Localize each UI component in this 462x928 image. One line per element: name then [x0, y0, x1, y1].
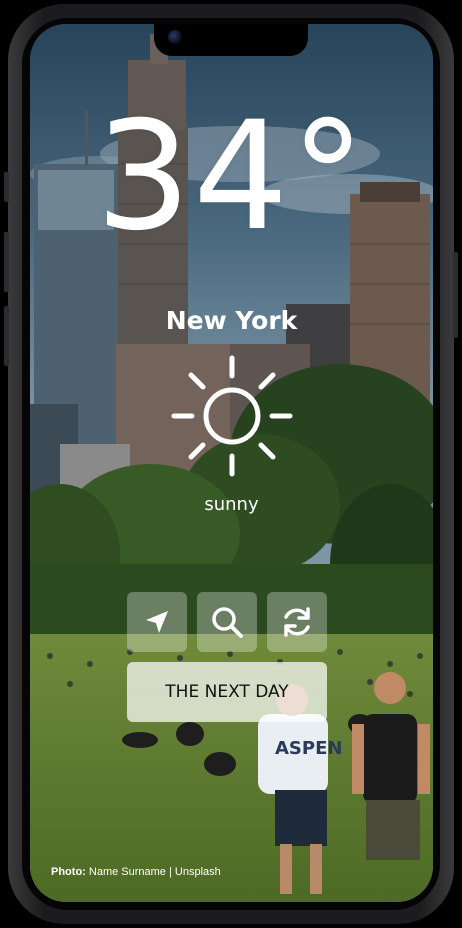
search-icon	[212, 607, 243, 638]
temperature-display: 34°	[30, 102, 433, 252]
next-day-label: THE NEXT DAY	[165, 682, 289, 702]
front-camera	[168, 30, 182, 44]
temperature-value: 34	[95, 90, 291, 264]
volume-down-button	[4, 306, 9, 366]
city-name: New York	[165, 306, 298, 335]
phone-screen: ASPEN 34° New York sunny THE NEXT DAY Ph…	[30, 24, 433, 902]
photo-credit-text: Name Surname | Unsplash	[88, 866, 221, 878]
next-day-button[interactable]: THE NEXT DAY	[127, 662, 327, 722]
sun-icon	[171, 355, 293, 477]
notch	[154, 24, 308, 56]
speaker-grille	[198, 24, 264, 28]
location-button[interactable]	[127, 592, 187, 652]
refresh-icon	[284, 607, 310, 637]
degree-symbol: °	[290, 90, 368, 264]
weather-condition: sunny	[204, 494, 259, 515]
svg-text:ASPEN: ASPEN	[275, 738, 342, 759]
navigation-arrow-icon	[146, 611, 168, 633]
search-button[interactable]	[197, 592, 257, 652]
side-button	[4, 172, 9, 202]
volume-up-button	[4, 232, 9, 292]
photo-credit-label: Photo:	[51, 866, 86, 878]
photo-credit: Photo: Name Surname | Unsplash	[51, 866, 221, 878]
power-button	[453, 252, 458, 338]
refresh-button[interactable]	[267, 592, 327, 652]
